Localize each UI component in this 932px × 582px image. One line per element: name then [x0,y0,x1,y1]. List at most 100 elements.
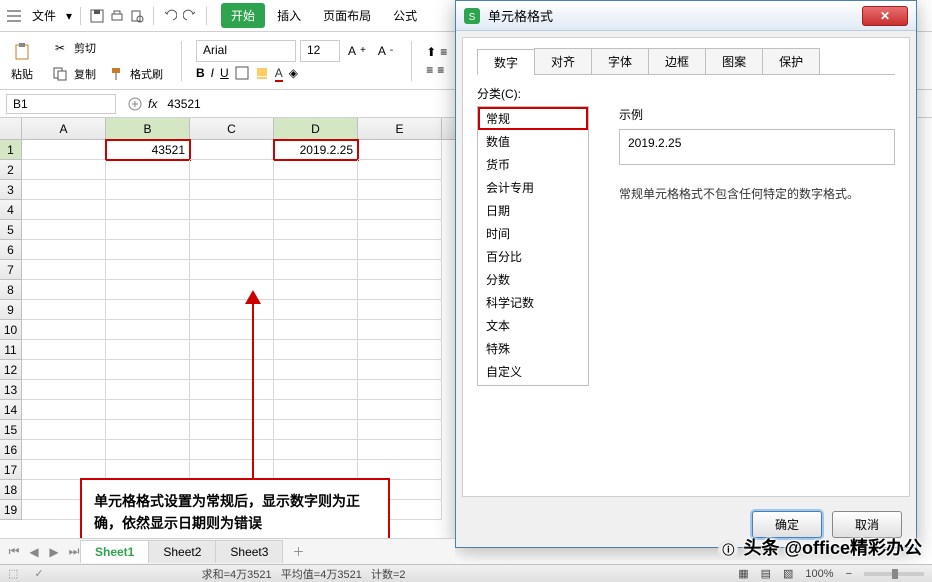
close-button[interactable]: ✕ [862,6,908,26]
cut-button[interactable]: ✂剪切 [46,36,167,60]
row-header[interactable]: 16 [0,440,22,460]
cell-a8[interactable] [22,280,106,300]
cell-a7[interactable] [22,260,106,280]
first-sheet-icon[interactable]: ⏮ [6,544,22,560]
cell-c2[interactable] [190,160,274,180]
category-item[interactable]: 会计专用 [478,176,588,199]
zoom-out-button[interactable]: − [846,568,852,580]
category-item[interactable]: 特殊 [478,337,588,360]
sheet-tab-2[interactable]: Sheet2 [148,540,216,563]
category-item[interactable]: 分数 [478,268,588,291]
fill-color-button[interactable] [255,66,269,82]
cell-b10[interactable] [106,320,190,340]
tab-page-layout[interactable]: 页面布局 [313,3,381,28]
name-box[interactable]: B1 [6,94,116,114]
align-center-icon[interactable]: ≡ [437,63,444,77]
cell-c15[interactable] [190,420,274,440]
cell-d15[interactable] [274,420,358,440]
cell-d13[interactable] [274,380,358,400]
category-item[interactable]: 文本 [478,314,588,337]
cell-d9[interactable] [274,300,358,320]
cell-d7[interactable] [274,260,358,280]
cell-d4[interactable] [274,200,358,220]
cell-b12[interactable] [106,360,190,380]
last-sheet-icon[interactable]: ⏭ [66,544,82,560]
prev-sheet-icon[interactable]: ◀ [26,544,42,560]
cell-e5[interactable] [358,220,442,240]
cell-d11[interactable] [274,340,358,360]
cell-a12[interactable] [22,360,106,380]
row-header[interactable]: 11 [0,340,22,360]
font-color-button[interactable]: A [275,66,283,82]
cell-d14[interactable] [274,400,358,420]
col-header-a[interactable]: A [22,118,106,139]
menu-icon[interactable] [6,8,22,24]
category-item[interactable]: 数值 [478,130,588,153]
cell-a10[interactable] [22,320,106,340]
undo-icon[interactable] [162,8,178,24]
cell-d6[interactable] [274,240,358,260]
redo-icon[interactable] [182,8,198,24]
cell-e7[interactable] [358,260,442,280]
cell-e12[interactable] [358,360,442,380]
sheet-tab-3[interactable]: Sheet3 [215,540,283,563]
row-header[interactable]: 18 [0,480,22,500]
row-header[interactable]: 6 [0,240,22,260]
next-sheet-icon[interactable]: ▶ [46,544,62,560]
row-header[interactable]: 15 [0,420,22,440]
cell-b15[interactable] [106,420,190,440]
cell-e14[interactable] [358,400,442,420]
align-top-icon[interactable]: ⬆ [426,45,436,59]
cell-b3[interactable] [106,180,190,200]
row-header[interactable]: 5 [0,220,22,240]
decrease-font-button[interactable]: A- [374,40,397,62]
dlg-tab-border[interactable]: 边框 [648,48,706,74]
cell-d10[interactable] [274,320,358,340]
cell-c1[interactable] [190,140,274,160]
cell-e17[interactable] [358,460,442,480]
border-button[interactable] [235,66,249,82]
bold-button[interactable]: B [196,66,205,82]
view-page-icon[interactable]: ▤ [761,567,771,580]
cell-c7[interactable] [190,260,274,280]
category-item[interactable]: 科学记数 [478,291,588,314]
col-header-e[interactable]: E [358,118,442,139]
file-menu[interactable]: 文件 [32,7,56,24]
col-header-b[interactable]: B [106,118,190,139]
copy-button[interactable]: 复制 [46,62,100,86]
cell-c3[interactable] [190,180,274,200]
cell-b13[interactable] [106,380,190,400]
sheet-tab-1[interactable]: Sheet1 [80,540,149,563]
view-normal-icon[interactable]: ▦ [738,567,748,580]
cell-a5[interactable] [22,220,106,240]
print-preview-icon[interactable] [129,8,145,24]
view-break-icon[interactable]: ▧ [783,567,793,580]
cell-e6[interactable] [358,240,442,260]
cell-b2[interactable] [106,160,190,180]
row-header[interactable]: 8 [0,280,22,300]
cell-d17[interactable] [274,460,358,480]
cell-b7[interactable] [106,260,190,280]
cell-e4[interactable] [358,200,442,220]
cell-b6[interactable] [106,240,190,260]
cell-e11[interactable] [358,340,442,360]
cell-e2[interactable] [358,160,442,180]
paste-button[interactable] [8,40,36,64]
cell-c4[interactable] [190,200,274,220]
cell-b1[interactable]: 43521 [106,140,190,160]
col-header-c[interactable]: C [190,118,274,139]
row-header[interactable]: 9 [0,300,22,320]
font-size-select[interactable]: 12 [300,40,340,62]
cell-c14[interactable] [190,400,274,420]
category-list[interactable]: 常规数值货币会计专用日期时间百分比分数科学记数文本特殊自定义 [477,106,589,386]
cell-d3[interactable] [274,180,358,200]
cell-c12[interactable] [190,360,274,380]
cell-a13[interactable] [22,380,106,400]
cell-b14[interactable] [106,400,190,420]
cell-a3[interactable] [22,180,106,200]
cell-e1[interactable] [358,140,442,160]
category-item[interactable]: 时间 [478,222,588,245]
dlg-tab-font[interactable]: 字体 [591,48,649,74]
cell-e16[interactable] [358,440,442,460]
cell-a15[interactable] [22,420,106,440]
